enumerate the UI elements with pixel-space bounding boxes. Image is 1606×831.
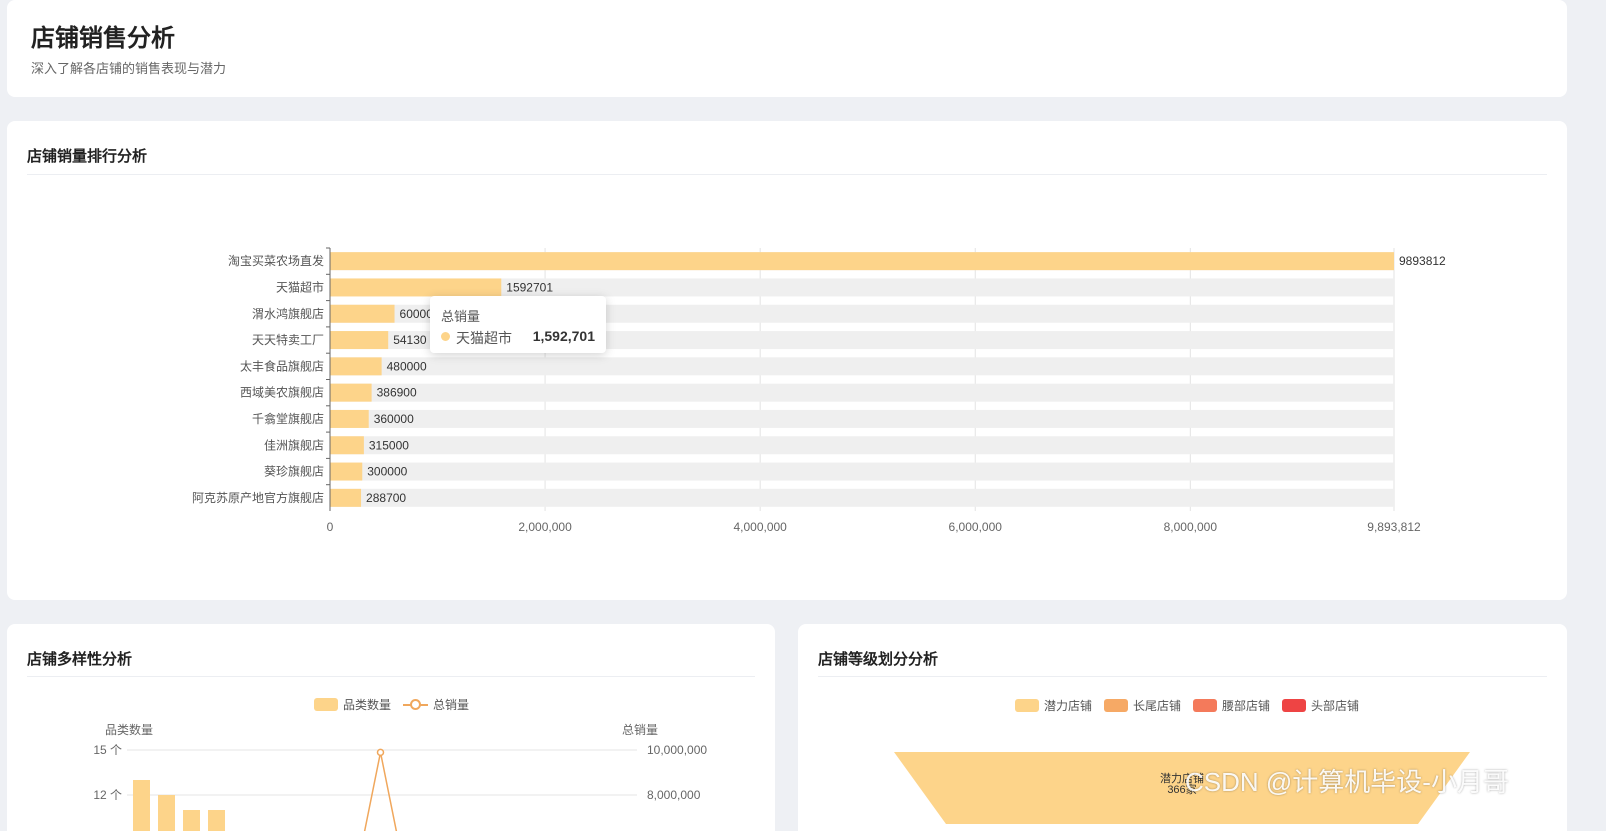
level-card: 店铺等级划分分析 潜力店铺 长尾店铺 腰部店铺 头部店铺 潜力店铺 366家: [798, 624, 1567, 831]
bar-background: [330, 436, 1394, 455]
tooltip-title: 总销量: [441, 309, 481, 324]
y-tick-label: 葵珍旗舰店: [264, 464, 324, 479]
y-tick-label: 淘宝买菜农场直发: [228, 253, 324, 268]
bar-value-label: 386900: [377, 386, 417, 400]
bar-value-label: 315000: [369, 438, 409, 452]
bar-value-label: 1592701: [506, 280, 553, 294]
ranking-bar-chart: 0 2,000,000 4,000,000 6,000,000 8,000,000 9,8…: [192, 247, 1446, 534]
x-tick-label: 9,893,812: [1367, 520, 1421, 534]
bar-value-label: 300000: [367, 465, 407, 479]
watermark: CSDN @计算机毕设-小月哥: [1185, 767, 1509, 797]
x-tick-label: 2,000,000: [518, 520, 572, 534]
left-tick: 15 个: [93, 743, 122, 757]
left-axis-name: 品类数量: [105, 722, 153, 737]
bar-value-label: 54130: [393, 333, 427, 347]
tooltip-name: 天猫超市: [456, 330, 512, 346]
right-tick: 10,000,000: [647, 743, 707, 757]
bar-value-label: 60000: [400, 307, 434, 321]
left-tick: 12 个: [93, 788, 122, 802]
bar-background: [330, 488, 1394, 507]
bar-background: [330, 383, 1394, 402]
category-count-bar[interactable]: [183, 810, 200, 831]
y-tick-label: 千翕堂旗舰店: [252, 411, 324, 426]
bar-value-label: 480000: [387, 359, 427, 373]
bar[interactable]: [330, 278, 502, 297]
ranking-card: 店铺销量排行分析 0 2,000,000 4,000,000 6,000,000 8,0…: [7, 121, 1567, 600]
category-count-bar[interactable]: [158, 795, 175, 831]
bar[interactable]: [330, 488, 362, 507]
bar[interactable]: [330, 252, 1394, 271]
bar-value-label: 360000: [374, 412, 414, 426]
tooltip-value: 1,592,701: [532, 328, 595, 344]
bar[interactable]: [330, 331, 389, 350]
bar[interactable]: [330, 462, 363, 481]
total-sales-point: [376, 748, 385, 757]
diversity-card: 店铺多样性分析 品类数量 总销量 品类数量 总销量 15 个 12 个 10,0…: [7, 624, 775, 831]
y-tick-label: 天天特卖工厂: [252, 332, 324, 347]
right-axis-name: 总销量: [622, 723, 658, 737]
y-tick-label: 天猫超市: [276, 279, 324, 294]
y-tick-label: 太丰食品旗舰店: [240, 358, 324, 373]
y-tick-label: 佳洲旗舰店: [264, 437, 324, 452]
bar-value-label: 9893812: [1399, 254, 1446, 268]
chart-tooltip: 总销量 天猫超市 1,592,701: [430, 296, 606, 353]
page-subtitle: 深入了解各店铺的销售表现与潜力: [31, 61, 227, 76]
x-tick-label: 4,000,000: [733, 520, 787, 534]
bar[interactable]: [330, 304, 395, 323]
bar[interactable]: [330, 436, 364, 455]
page-title: 店铺销售分析: [31, 25, 175, 52]
bar-value-label: 288700: [366, 491, 406, 505]
bar-background: [330, 409, 1394, 428]
bar[interactable]: [330, 409, 369, 428]
bar[interactable]: [330, 357, 382, 376]
level-funnel-chart: 潜力店铺 366家: [894, 752, 1470, 824]
bar[interactable]: [330, 383, 372, 402]
bar-background: [330, 357, 1394, 376]
y-tick-label: 西域美农旗舰店: [240, 385, 324, 400]
y-tick-label: 渭水鸿旗舰店: [252, 306, 324, 321]
diversity-combo-chart: 品类数量 总销量 15 个 12 个 10,000,000 8,000,000: [93, 722, 707, 831]
header-card: 店铺销售分析 深入了解各店铺的销售表现与潜力: [7, 0, 1567, 97]
right-tick: 8,000,000: [647, 788, 701, 802]
x-tick-label: 0: [327, 520, 334, 534]
y-tick-label: 阿克苏原产地官方旗舰店: [192, 490, 324, 505]
category-count-bar[interactable]: [133, 780, 150, 831]
x-tick-label: 6,000,000: [949, 520, 1003, 534]
bar-background: [330, 462, 1394, 481]
tooltip-series-dot: [441, 332, 450, 341]
category-count-bar[interactable]: [208, 810, 225, 831]
x-tick-label: 8,000,000: [1164, 520, 1218, 534]
